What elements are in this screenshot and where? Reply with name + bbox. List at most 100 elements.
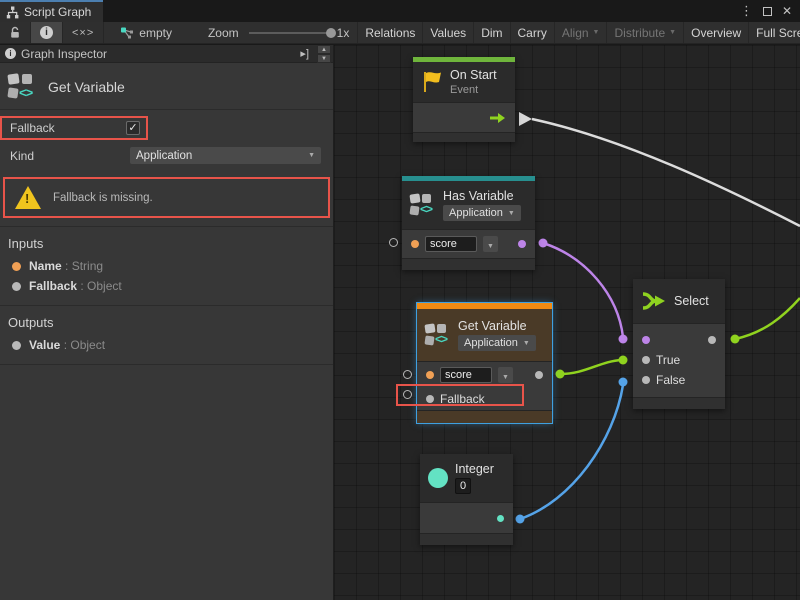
graph-reference[interactable]: empty (104, 26, 180, 40)
kind-value: Application (136, 150, 192, 162)
get-variable-icon: <> (8, 72, 38, 102)
flag-icon (421, 70, 443, 94)
output-port-value[interactable] (518, 240, 526, 248)
input-port-true[interactable] (642, 356, 650, 364)
integer-icon (428, 468, 448, 488)
close-icon[interactable]: ✕ (782, 4, 792, 18)
node-on-start[interactable]: On Start Event (413, 57, 515, 142)
tab-title: Script Graph (24, 5, 91, 19)
kind-dropdown[interactable]: Application ▼ (458, 335, 536, 351)
node-integer[interactable]: Integer 0 (420, 454, 513, 545)
wire-select-out[interactable] (735, 298, 800, 339)
tab-script-graph[interactable]: Script Graph (0, 0, 103, 22)
scroll-up-icon[interactable]: ▲ (317, 45, 331, 54)
toolbar-left: i <×> empty Zoom 1x (0, 22, 357, 43)
inspector-toggle-button[interactable]: i (31, 22, 63, 43)
lock-button[interactable] (0, 22, 31, 43)
zoom-slider-handle[interactable] (326, 28, 336, 38)
fallback-label: Fallback (10, 121, 126, 135)
value-connections-button[interactable]: <×> (63, 22, 104, 43)
warning-message: Fallback is missing. (53, 192, 153, 204)
input-port-name[interactable] (411, 240, 419, 248)
flow-connector-arrow[interactable] (519, 112, 532, 126)
false-port-label: False (656, 373, 685, 387)
highlight-box-warning: ! Fallback is missing. (3, 177, 330, 218)
graph-ref-label: empty (139, 26, 172, 40)
graph-canvas[interactable]: On Start Event <> (334, 45, 800, 600)
unconnected-port-ring[interactable] (403, 370, 412, 379)
node-footer (633, 397, 725, 409)
dim-button[interactable]: Dim (473, 22, 509, 43)
chevron-down-icon: ▼ (508, 210, 515, 217)
value-connections-icon: <×> (72, 27, 94, 39)
kind-label: Kind (10, 149, 130, 163)
scroll-down-icon[interactable]: ▼ (317, 54, 331, 63)
input-port-name[interactable] (426, 371, 434, 379)
chevron-down-icon: ▼ (593, 29, 600, 36)
zoom-value: 1x (335, 26, 358, 40)
wire-endpoint[interactable] (619, 356, 628, 365)
wire-endpoint[interactable] (619, 335, 628, 344)
fallback-checkbox[interactable]: ✓ (126, 121, 140, 135)
maximize-icon[interactable] (763, 7, 772, 16)
get-variable-icon: <> (425, 322, 451, 348)
wire-onstart-out[interactable] (532, 119, 800, 226)
inspector-title: Graph Inspector (21, 47, 107, 61)
input-row-fallback: Fallback : Object (0, 276, 333, 296)
input-row-name: Name : String (0, 256, 333, 276)
variable-picker-button[interactable]: ▼ (483, 236, 498, 252)
input-port-false[interactable] (642, 376, 650, 384)
fallback-setting-row: Fallback ✓ (0, 110, 333, 144)
node-select[interactable]: Select True False (633, 279, 725, 409)
integer-value-field[interactable]: 0 (455, 478, 471, 494)
chevron-down-icon: ▼ (523, 340, 530, 347)
relations-button[interactable]: Relations (357, 22, 422, 43)
tab-bar: Script Graph ⋮ ✕ (0, 0, 800, 22)
wire-hasvariable-to-select[interactable] (543, 243, 623, 337)
menu-icon[interactable]: ⋮ (740, 3, 753, 19)
wire-endpoint[interactable] (539, 239, 548, 248)
node-footer (417, 410, 552, 423)
warning-icon: ! (15, 186, 41, 209)
wire-endpoint[interactable] (516, 515, 525, 524)
has-variable-icon: <> (410, 192, 436, 218)
unconnected-port-ring[interactable] (389, 238, 398, 247)
zoom-slider[interactable] (249, 32, 331, 34)
carry-button[interactable]: Carry (510, 22, 554, 43)
zoom-label: Zoom (180, 26, 245, 40)
unit-header: <> Get Variable (0, 63, 333, 109)
input-port-condition[interactable] (642, 336, 650, 344)
graph-inspector-panel: i Graph Inspector ▸] ▲ ▼ <> Get Variable… (0, 45, 334, 600)
wire-endpoint[interactable] (619, 378, 628, 387)
info-icon: i (5, 48, 16, 59)
kind-dropdown[interactable]: Application ▼ (443, 205, 521, 221)
output-row-value: Value : Object (0, 335, 333, 355)
node-footer (420, 533, 513, 545)
output-port-value[interactable] (535, 371, 543, 379)
node-title: Get Variable (458, 319, 536, 333)
wire-endpoint[interactable] (556, 370, 565, 379)
output-port-value[interactable] (497, 515, 504, 522)
distribute-button[interactable]: Distribute ▼ (606, 22, 683, 43)
fullscreen-button[interactable]: Full Screen (748, 22, 800, 43)
values-button[interactable]: Values (422, 22, 473, 43)
inspector-header: i Graph Inspector ▸] ▲ ▼ (0, 45, 333, 63)
variable-name-field[interactable]: score (440, 367, 492, 383)
wire-endpoint[interactable] (731, 335, 740, 344)
flow-output-port[interactable] (489, 112, 506, 124)
true-port-label: True (656, 353, 680, 367)
align-button[interactable]: Align ▼ (554, 22, 607, 43)
variable-name-field[interactable]: score (425, 236, 477, 252)
node-has-variable[interactable]: <> Has Variable Application ▼ score ▼ (402, 176, 535, 270)
port-dot (12, 262, 21, 271)
dock-panel-icon[interactable]: ▸] (297, 47, 312, 60)
outputs-heading: Outputs (0, 306, 333, 335)
graph-ref-icon (120, 27, 134, 39)
variable-picker-button[interactable]: ▼ (498, 367, 513, 383)
kind-dropdown[interactable]: Application ▼ (130, 147, 321, 164)
node-title: Has Variable (443, 189, 521, 203)
overview-button[interactable]: Overview (683, 22, 748, 43)
wire-getvariable-to-select-true[interactable] (560, 360, 622, 374)
highlight-box-fallback-port (396, 384, 524, 406)
output-port-selection[interactable] (708, 336, 716, 344)
